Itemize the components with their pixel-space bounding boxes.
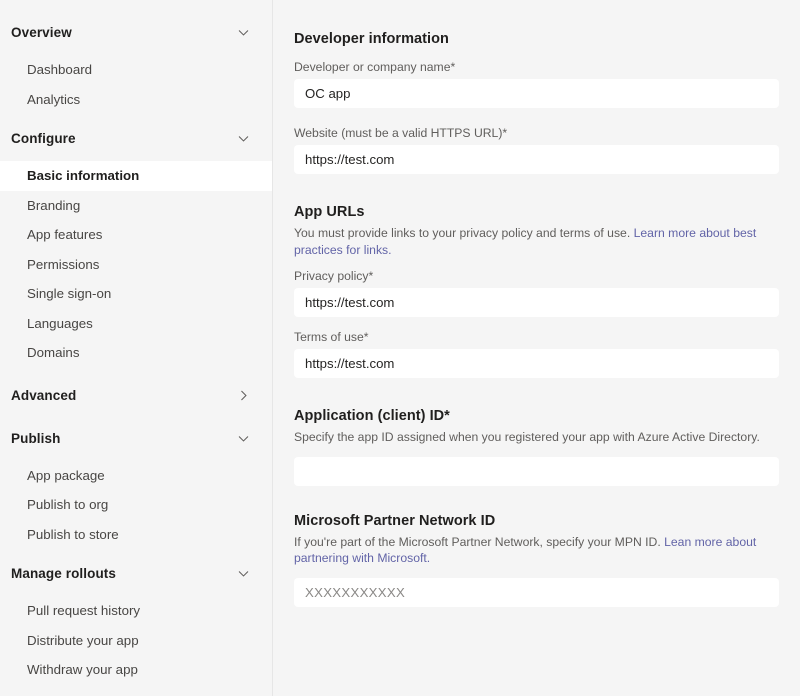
sidebar-item-withdraw-your-app[interactable]: Withdraw your app — [0, 655, 272, 685]
sidebar-item-basic-information[interactable]: Basic information — [0, 161, 272, 191]
sidebar-item-app-features[interactable]: App features — [0, 220, 272, 250]
developer-information-heading: Developer information — [294, 31, 449, 47]
application-client-id-helper-text: Specify the app ID assigned when you reg… — [294, 430, 760, 444]
privacy-policy-input[interactable]: https://test.com — [294, 288, 779, 317]
sidebar-item-label: Basic information — [27, 168, 140, 184]
sidebar-section-label: Publish — [11, 430, 61, 446]
sidebar-item-pull-request-history[interactable]: Pull request history — [0, 596, 272, 626]
sidebar-item-publish-to-org[interactable]: Publish to org — [0, 490, 272, 520]
sidebar-item-label: Publish to store — [27, 526, 119, 542]
sidebar-item-branding[interactable]: Branding — [0, 191, 272, 221]
app-urls-helper-static: You must provide links to your privacy p… — [294, 226, 634, 240]
app-urls-heading: App URLs — [294, 204, 365, 220]
company-name-input[interactable]: OC app — [294, 79, 779, 108]
mpn-id-heading: Microsoft Partner Network ID — [294, 512, 496, 529]
privacy-policy-label: Privacy policy* — [294, 269, 374, 283]
terms-of-use-label: Terms of use* — [294, 330, 369, 344]
nav-group-configure: Configure Basic information Branding App… — [0, 123, 272, 368]
sidebar-section-label: Manage rollouts — [11, 566, 117, 581]
application-client-id-input[interactable] — [294, 456, 779, 486]
sidebar-section-label: Configure — [11, 131, 76, 146]
mpn-id-input[interactable]: XXXXXXXXXXX — [294, 577, 779, 607]
sidebar-item-label: Single sign-on — [27, 286, 112, 302]
chevron-down-icon[interactable] — [237, 26, 250, 39]
sidebar-item-label: Pull request history — [27, 603, 141, 619]
sidebar-item-languages[interactable]: Languages — [0, 309, 272, 339]
chevron-right-icon[interactable] — [237, 389, 250, 402]
sidebar-item-single-sign-on[interactable]: Single sign-on — [0, 279, 272, 309]
nav-group-manage-rollouts: Manage rollouts Pull request history Dis… — [0, 558, 272, 685]
sidebar-item-distribute-your-app[interactable]: Distribute your app — [0, 626, 272, 656]
sidebar-item-label: Domains — [27, 345, 80, 361]
company-name-label: Developer or company name* — [294, 60, 456, 74]
sidebar-navigation: Overview Dashboard Analytics Configure B… — [0, 0, 273, 696]
sidebar-item-analytics[interactable]: Analytics — [0, 85, 272, 115]
sidebar-section-manage-rollouts[interactable]: Manage rollouts — [0, 558, 272, 589]
nav-group-overview: Overview Dashboard Analytics — [0, 17, 272, 114]
website-label: Website (must be a valid HTTPS URL)* — [294, 126, 508, 140]
website-input[interactable]: https://test.com — [294, 145, 779, 174]
sidebar-item-label: Analytics — [27, 91, 81, 107]
sidebar-item-label: App features — [27, 227, 103, 243]
sidebar-section-publish[interactable]: Publish — [0, 423, 272, 454]
sidebar-item-label: Publish to org — [27, 497, 109, 513]
sidebar-item-label: Permissions — [27, 256, 100, 272]
sidebar-item-label: Branding — [27, 197, 81, 213]
sidebar-section-configure[interactable]: Configure — [0, 123, 272, 154]
sidebar-item-app-package[interactable]: App package — [0, 461, 272, 491]
app-urls-helper-text: You must provide links to your privacy p… — [294, 225, 779, 258]
sidebar-item-label: Distribute your app — [27, 632, 139, 648]
chevron-down-icon[interactable] — [237, 432, 250, 445]
terms-of-use-input[interactable]: https://test.com — [294, 349, 779, 378]
sidebar-section-label: Overview — [11, 25, 72, 40]
chevron-down-icon[interactable] — [237, 567, 250, 580]
sidebar-item-label: App package — [27, 467, 105, 483]
sidebar-item-label: Languages — [27, 315, 93, 331]
sidebar-item-dashboard[interactable]: Dashboard — [0, 55, 272, 85]
sidebar-section-label: Advanced — [11, 387, 77, 403]
nav-group-publish: Publish App package Publish to org Publi… — [0, 423, 272, 550]
chevron-down-icon[interactable] — [237, 132, 250, 145]
nav-group-advanced: Advanced — [0, 380, 272, 411]
sidebar-item-publish-to-store[interactable]: Publish to store — [0, 520, 272, 550]
developer-portal-window: Overview Dashboard Analytics Configure B… — [0, 0, 800, 696]
mpn-id-helper-text: If you're part of the Microsoft Partner … — [294, 534, 779, 567]
basic-information-form: Developer information Developer or compa… — [273, 0, 800, 696]
sidebar-item-permissions[interactable]: Permissions — [0, 250, 272, 280]
sidebar-item-domains[interactable]: Domains — [0, 338, 272, 368]
sidebar-item-label: Withdraw your app — [27, 662, 138, 678]
mpn-id-helper-static: If you're part of the Microsoft Partner … — [294, 534, 665, 549]
sidebar-item-label: Dashboard — [27, 62, 93, 78]
application-client-id-heading: Application (client) ID* — [294, 408, 450, 424]
sidebar-section-overview[interactable]: Overview — [0, 17, 272, 48]
sidebar-section-advanced[interactable]: Advanced — [0, 380, 272, 411]
